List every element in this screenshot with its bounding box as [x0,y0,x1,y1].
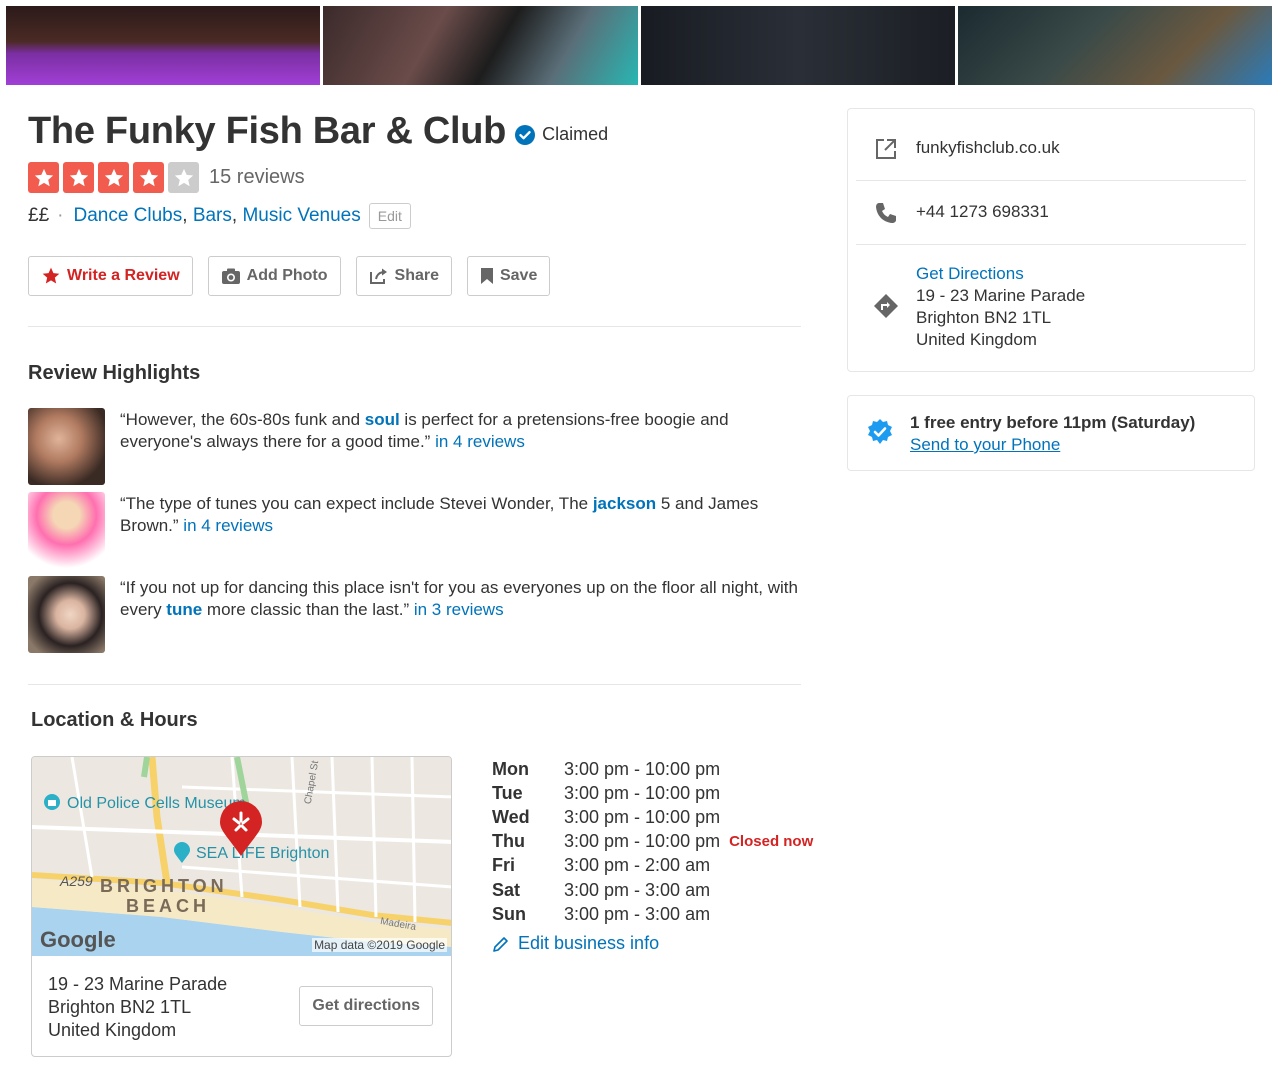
hours-row: Fri 3:00 pm - 2:00 am [492,855,711,876]
save-label: Save [499,267,538,284]
business-info-card: funkyfishclub.co.uk +44 1273 698331 Get … [847,108,1255,372]
map-address: 19 - 23 Marine Parade Brighton BN2 1TL U… [48,974,228,1040]
verified-check-icon [515,124,536,145]
edit-categories-button[interactable]: Edit [368,203,411,229]
rating-star-icon [168,162,199,193]
directions-row: Get Directions 19 - 23 Marine Parade Bri… [856,263,1246,351]
sidebar-address: Get Directions 19 - 23 Marine Parade Bri… [916,264,1086,349]
claimed-label: Claimed [542,124,609,144]
business-photo[interactable] [6,6,321,85]
deal-title: 1 free entry before 11pm (Saturday) [910,413,1196,432]
category-link-dance-clubs[interactable]: Dance Clubs [73,205,182,226]
share-icon [369,268,387,284]
star-rating [28,162,199,193]
reviewer-avatar[interactable] [28,492,105,569]
directions-icon [874,294,898,318]
deal-badge-icon [868,419,892,444]
get-directions-button[interactable]: Get directions [299,986,433,1026]
hours-table: Mon 3:00 pm - 10:00 pm Tue 3:00 pm - 10:00… [492,757,813,926]
website-link[interactable]: funkyfishclub.co.uk [916,137,1060,159]
external-link-icon [876,139,896,159]
add-photo-button[interactable]: Add Photo [207,256,341,296]
aquarium-pin-icon[interactable] [172,842,192,864]
hours-row: Thu 3:00 pm - 10:00 pm Closed now [492,831,814,852]
highlight-quote: “If you not up for dancing this place is… [120,578,798,619]
camera-icon [221,268,240,284]
rating-star-icon [98,162,129,193]
action-buttons: Write a Review Add Photo Share Save [28,256,551,296]
category-row: ££ · Dance Clubs, Bars, Music Venues Edi… [28,203,411,229]
category-link-music-venues[interactable]: Music Venues [242,205,360,226]
highlight-review-count-link[interactable]: in 4 reviews [183,516,273,535]
deal-card: 1 free entry before 11pm (Saturday) Send… [847,395,1255,471]
business-photo[interactable] [323,6,638,85]
highlight-keyword[interactable]: tune [166,600,202,619]
google-logo: Google [40,927,116,952]
photo-strip [6,6,1272,85]
museum-pin-icon[interactable] [42,793,62,813]
write-review-button[interactable]: Write a Review [28,256,193,296]
hours-row: Mon 3:00 pm - 10:00 pm [492,758,721,779]
map-attribution[interactable]: Map data ©2019 Google [312,938,447,952]
get-directions-link[interactable]: Get Directions [916,264,1024,283]
category-link-bars[interactable]: Bars [193,205,232,226]
highlight-quote: “However, the 60s-80s funk and soul is p… [120,410,729,451]
rating-star-icon [28,162,59,193]
website-row: funkyfishclub.co.uk [856,137,1246,161]
reviewer-avatar[interactable] [28,576,105,653]
rating-star-icon [133,162,164,193]
save-button[interactable]: Save [466,256,551,296]
business-photo[interactable] [640,6,955,85]
highlight-keyword[interactable]: jackson [593,494,656,513]
hours-row: Wed 3:00 pm - 10:00 pm [492,806,721,827]
hours-row: Sat 3:00 pm - 3:00 am [492,879,711,900]
business-photo[interactable] [957,6,1272,85]
review-count[interactable]: 15 reviews [209,166,305,189]
share-label: Share [394,267,439,284]
claimed-badge[interactable]: Claimed [514,124,608,146]
highlight-review-count-link[interactable]: in 3 reviews [414,600,504,619]
hours-row: Sun 3:00 pm - 3:00 am [492,903,711,924]
map-area-label: BRIGHTON [100,876,228,896]
highlight-quote: “The type of tunes you can expect includ… [120,494,759,535]
divider [28,326,801,327]
map-area-label: BEACH [126,896,211,916]
bookmark-icon [480,268,493,284]
highlight-keyword[interactable]: soul [365,410,400,429]
review-highlight: “However, the 60s-80s funk and soul is p… [28,408,808,485]
send-to-phone-link[interactable]: Send to your Phone [910,435,1060,455]
map-card: Old Police Cells Museum SEA LIFE Brighto… [31,756,452,1057]
review-highlight: “The type of tunes you can expect includ… [28,492,808,569]
write-review-label: Write a Review [67,267,180,284]
divider [28,684,801,685]
phone-icon [876,203,896,223]
divider [856,180,1246,181]
review-highlights-title: Review Highlights [28,362,201,384]
rating-row: 15 reviews [28,162,305,193]
star-icon [42,267,60,284]
share-button[interactable]: Share [355,256,452,296]
reviewer-avatar[interactable] [28,408,105,485]
add-photo-label: Add Photo [246,267,328,284]
price-range: ££ [28,205,50,226]
rating-star-icon [63,162,94,193]
map[interactable]: Old Police Cells Museum SEA LIFE Brighto… [32,757,451,956]
divider [856,244,1246,245]
review-highlight: “If you not up for dancing this place is… [28,576,808,653]
category-list: Dance Clubs, Bars, Music Venues [73,205,361,226]
closed-now-status: Closed now [729,833,814,851]
business-map-pin-icon[interactable] [218,801,264,857]
phone-number[interactable]: +44 1273 698331 [916,201,1049,223]
separator-dot: · [57,205,64,226]
phone-row: +44 1273 698331 [856,201,1246,225]
pencil-icon [493,936,508,952]
hours-row: Tue 3:00 pm - 10:00 pm [492,782,721,803]
map-road-a259: A259 [60,873,93,889]
highlight-review-count-link[interactable]: in 4 reviews [435,432,525,451]
business-header: The Funky Fish Bar & Club Claimed [28,110,608,153]
location-hours-title: Location & Hours [31,709,198,731]
business-name: The Funky Fish Bar & Club [28,110,507,152]
edit-business-info-link[interactable]: Edit business info [492,933,659,954]
